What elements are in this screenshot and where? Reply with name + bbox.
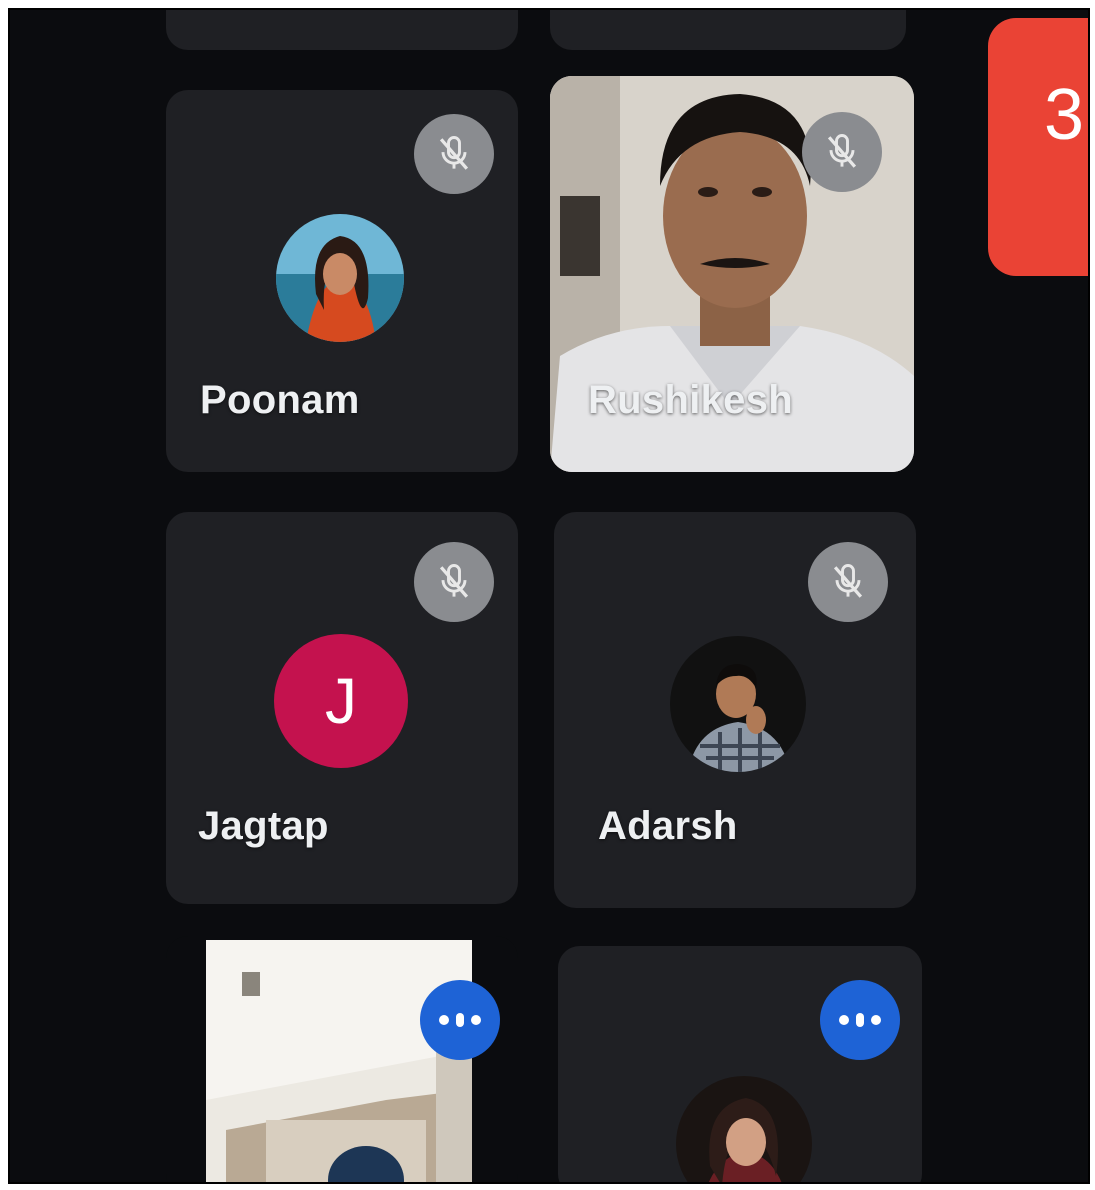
mic-off-icon (414, 542, 494, 622)
mic-off-icon (808, 542, 888, 622)
participant-tile-partial[interactable] (550, 10, 906, 50)
avatar (676, 1076, 812, 1182)
audio-level-icon (820, 980, 900, 1060)
mic-off-icon (802, 112, 882, 192)
side-button-label: 3 (1044, 75, 1085, 155)
participant-tile-rushikesh[interactable]: Rushikesh (550, 76, 914, 472)
participant-name: Adarsh (598, 804, 738, 848)
avatar (276, 214, 404, 342)
participant-tile-video[interactable] (166, 936, 518, 1182)
meeting-grid: 3 Poonam Rushikesh J Jagtap Adarsh (8, 8, 1090, 1184)
participant-tile-jagtap[interactable]: J Jagtap (166, 512, 518, 904)
participant-tile-adarsh[interactable]: Adarsh (554, 512, 916, 908)
participant-tile-poonam[interactable]: Poonam (166, 90, 518, 472)
participant-name: Poonam (200, 378, 360, 422)
participant-tile-partial-bottom[interactable] (558, 946, 922, 1182)
avatar (670, 636, 806, 772)
avatar-initial: J (325, 665, 357, 737)
video-feed (206, 940, 472, 1182)
participant-tile-partial[interactable] (166, 10, 518, 50)
participant-name: Jagtap (198, 804, 329, 848)
participant-name: Rushikesh (588, 378, 793, 422)
side-action-button[interactable]: 3 (988, 18, 1088, 276)
audio-level-icon (420, 980, 500, 1060)
mic-off-icon (414, 114, 494, 194)
avatar: J (274, 634, 408, 768)
